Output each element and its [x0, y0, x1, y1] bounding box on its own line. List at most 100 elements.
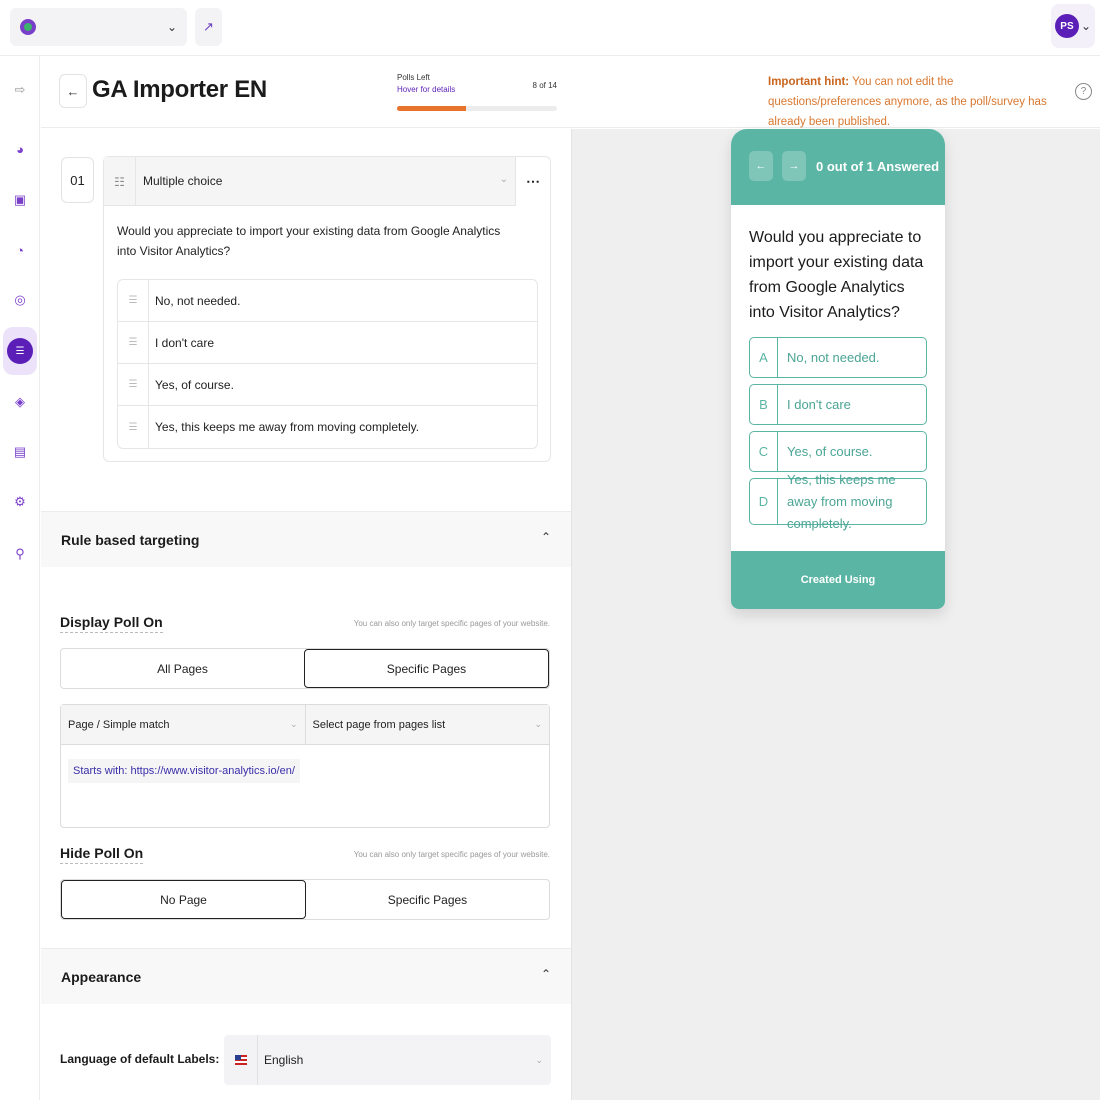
widget-question: Would you appreciate to import your exis…: [749, 229, 924, 321]
chevron-down-icon: ⌄: [534, 719, 542, 729]
option-letter: B: [750, 385, 778, 424]
page-header: ← GA Importer EN Polls Left Hover for de…: [41, 57, 1100, 128]
hint-label: Important hint:: [768, 76, 850, 88]
page-list-placeholder: Select page from pages list: [312, 718, 446, 731]
poll-editor: 01 ☷ Multiple choice ⌄ ⋯ Would you appre…: [41, 129, 571, 1100]
arrow-left-icon: ←: [66, 83, 80, 99]
page-list-select[interactable]: Select page from pages list ⌄: [304, 705, 549, 744]
widget-option-b[interactable]: B I don't care: [749, 384, 927, 425]
help-icon[interactable]: ?: [1075, 83, 1092, 100]
recordings-icon[interactable]: ◎: [6, 286, 34, 314]
chevron-down-icon: ⌄: [499, 174, 508, 185]
answer-option: ☰ Yes, this keeps me away from moving co…: [118, 406, 537, 448]
back-button[interactable]: ←: [59, 74, 87, 108]
chevron-down-icon: ⌄: [1080, 19, 1092, 33]
chevron-down-icon: ⌄: [535, 1054, 543, 1065]
settings-icon[interactable]: ⚙: [6, 488, 34, 516]
widget-footer: Created Using: [731, 551, 945, 609]
chevron-up-icon: ⌃: [540, 967, 551, 981]
drag-handle-icon[interactable]: ☰: [118, 321, 149, 364]
drag-handle-icon[interactable]: ☰: [118, 279, 149, 322]
display-specific-pages-option[interactable]: Specific Pages: [304, 649, 549, 688]
collapse-sidebar-icon[interactable]: ⇨: [6, 76, 34, 104]
hide-poll-toggle: No Page Specific Pages: [60, 879, 550, 920]
section-title: Appearance: [61, 969, 142, 985]
option-text: Yes, this keeps me away from moving comp…: [787, 471, 896, 531]
polls-progress-bar: [397, 106, 557, 111]
page-rule-tag[interactable]: Starts with: https://www.visitor-analyti…: [68, 759, 300, 783]
polls-count: 8 of 14: [532, 81, 557, 90]
open-external-button[interactable]: ↗: [195, 8, 222, 46]
polls-icon[interactable]: ☰: [3, 327, 37, 375]
section-title: Rule based targeting: [61, 532, 200, 548]
match-type-value: Page / Simple match: [68, 718, 170, 731]
shield-icon[interactable]: ◈: [6, 388, 34, 416]
location-icon[interactable]: ⚲: [6, 540, 34, 568]
rule-targeting-header[interactable]: Rule based targeting ⌃: [41, 511, 571, 567]
important-hint: Important hint: You can not edit the que…: [768, 72, 1058, 132]
question-text: Would you appreciate to import your exis…: [117, 224, 501, 258]
hide-specific-pages-option[interactable]: Specific Pages: [306, 880, 549, 919]
answer-options-list: ☰ No, not needed. ☰ I don't care ☰ Yes, …: [117, 279, 538, 449]
question-type-select[interactable]: ☷ Multiple choice ⌄: [104, 157, 516, 206]
page-title: GA Importer EN: [92, 76, 267, 103]
drag-handle-icon[interactable]: ☰: [118, 363, 149, 406]
option-letter: C: [750, 432, 778, 471]
option-letter: D: [750, 479, 778, 524]
widget-header: ← → 0 out of 1 Answered: [731, 129, 945, 205]
option-text: No, not needed.: [787, 349, 880, 365]
widget-option-c[interactable]: C Yes, of course.: [749, 431, 927, 472]
widget-option-a[interactable]: A No, not needed.: [749, 337, 927, 378]
top-bar: ⌄ ↗ PS ⌄: [0, 0, 1100, 56]
page-rules-box: Page / Simple match ⌄ Select page from p…: [60, 704, 550, 828]
answer-option-text: Yes, of course.: [155, 377, 234, 392]
drag-handle-icon[interactable]: ☰: [118, 406, 149, 448]
poll-widget-preview: ← → 0 out of 1 Answered Would you apprec…: [731, 129, 945, 609]
language-select[interactable]: English ⌄: [224, 1035, 551, 1085]
grid-icon: ☷: [104, 157, 136, 206]
widget-option-d[interactable]: D Yes, this keeps me away from moving co…: [749, 471, 927, 531]
us-flag-icon: [224, 1035, 258, 1085]
answer-option: ☰ No, not needed.: [118, 279, 537, 322]
previous-question-button[interactable]: ←: [749, 151, 773, 181]
answer-option: ☰ I don't care: [118, 321, 537, 364]
sidebar: ⇨ ◕ ▣ ◔ ◎ ☰ ◈ ▤ ⚙ ⚲: [0, 56, 40, 1100]
external-link-icon: ↗: [203, 19, 214, 34]
answered-count: 0 out of 1 Answered: [816, 159, 940, 174]
clipboard-icon[interactable]: ▤: [6, 438, 34, 466]
appearance-header[interactable]: Appearance ⌃: [41, 948, 571, 1004]
more-options-button[interactable]: ⋯: [515, 157, 550, 206]
website-select[interactable]: ⌄: [10, 8, 187, 46]
dashboard-icon[interactable]: ◕: [6, 135, 34, 163]
user-menu[interactable]: PS ⌄: [1051, 4, 1095, 48]
chevron-down-icon: ⌄: [289, 719, 298, 729]
globe-icon: [20, 19, 36, 35]
display-poll-on-title: Display Poll On: [60, 614, 163, 633]
poll-preview-area: ← → 0 out of 1 Answered Would you apprec…: [571, 129, 1100, 1100]
question-card: ☷ Multiple choice ⌄ ⋯ Would you apprecia…: [103, 156, 551, 462]
display-poll-toggle: All Pages Specific Pages: [60, 648, 550, 689]
hide-poll-on-title: Hide Poll On: [60, 845, 144, 864]
chevron-up-icon: ⌃: [540, 530, 551, 544]
option-text: I don't care: [787, 396, 851, 412]
option-letter: A: [750, 338, 778, 377]
display-all-pages-option[interactable]: All Pages: [61, 649, 304, 688]
funnel-icon[interactable]: ◔: [6, 236, 34, 264]
answer-option-text: No, not needed.: [155, 293, 241, 308]
question-type-label: Multiple choice: [143, 174, 223, 188]
polls-left-meter[interactable]: Polls Left Hover for details 8 of 14: [397, 73, 557, 111]
hide-no-page-option[interactable]: No Page: [61, 880, 306, 919]
option-text: Yes, of course.: [787, 443, 873, 459]
polls-progress-fill: [397, 106, 466, 111]
answer-option-text: Yes, this keeps me away from moving comp…: [155, 420, 420, 434]
answer-option: ☰ Yes, of course.: [118, 363, 537, 406]
match-type-select[interactable]: Page / Simple match ⌄: [61, 705, 305, 744]
question-number: 01: [61, 157, 94, 203]
hide-poll-note: You can also only target specific pages …: [353, 850, 550, 859]
language-value: English: [264, 1053, 304, 1067]
avatar: PS: [1054, 14, 1079, 38]
next-question-button[interactable]: →: [782, 151, 806, 181]
shopping-bag-icon[interactable]: ▣: [6, 186, 34, 214]
language-label: Language of default Labels:: [60, 1052, 220, 1066]
display-poll-note: You can also only target specific pages …: [353, 619, 550, 628]
